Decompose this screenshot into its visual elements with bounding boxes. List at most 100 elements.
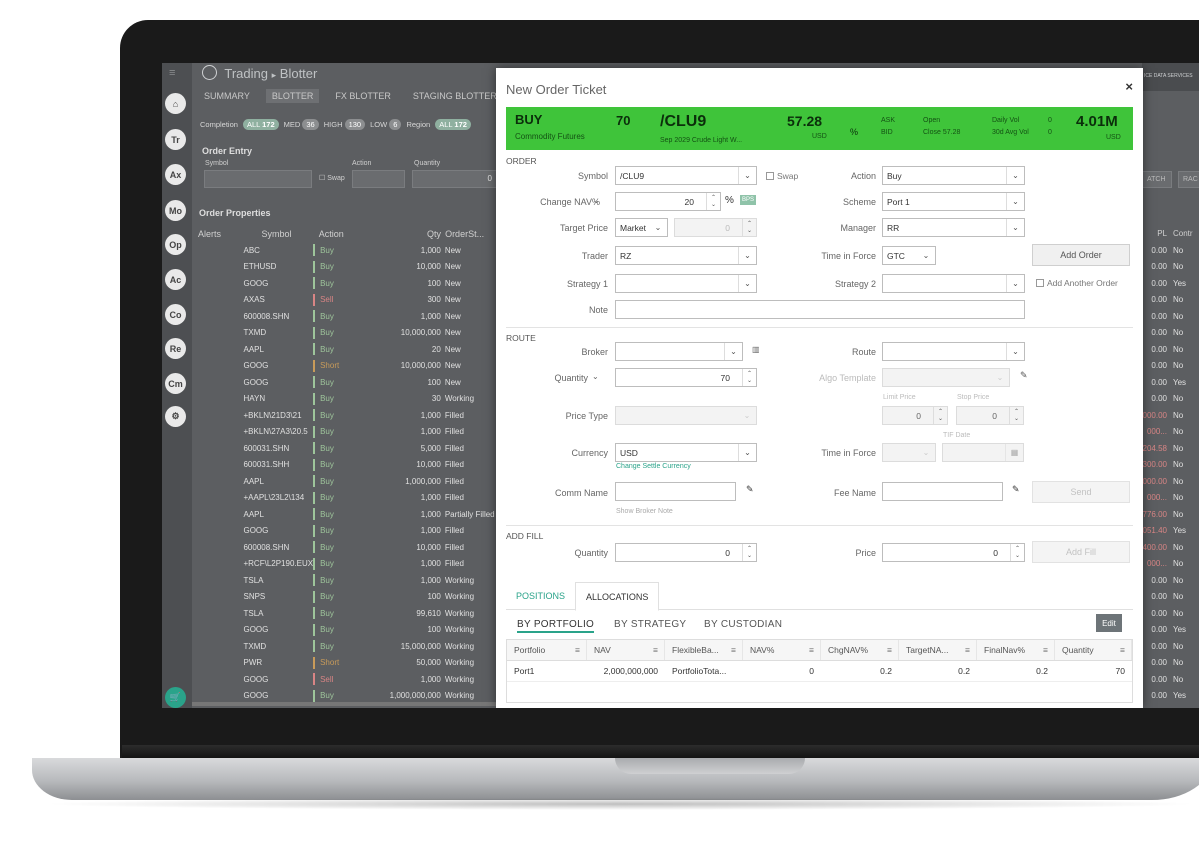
bps-toggle[interactable]: BPS (740, 195, 757, 205)
table-row[interactable]: 0.00 No (1142, 589, 1199, 606)
manager-select[interactable]: RR ⌄ (882, 218, 1025, 237)
table-row[interactable]: AAPL Buy 1,000,000 Filled (192, 473, 502, 490)
table-row[interactable]: 0.00 No (1142, 655, 1199, 672)
tif-date-input[interactable]: ▦ (942, 443, 1024, 462)
nav-op-button[interactable]: Op (165, 234, 186, 255)
table-row[interactable]: 0.00 No (1142, 308, 1199, 325)
table-row[interactable]: 600008.SHN Buy 10,000 Filled (192, 539, 502, 556)
target-price-input[interactable]: 0 ⌃ ⌄ (674, 218, 757, 237)
table-row[interactable]: ETHUSD Buy 10,000 New (192, 259, 502, 276)
table-row[interactable]: 000... No (1142, 490, 1199, 507)
table-row[interactable]: 600031.SHH Buy 10,000 Filled (192, 457, 502, 474)
stop-price-input[interactable]: 0 ⌃ ⌄ (956, 406, 1024, 425)
order-entry-symbol-input[interactable] (204, 170, 312, 188)
subtab-by-strategy[interactable]: BY STRATEGY (614, 619, 686, 630)
col-contr[interactable]: Contr (1170, 229, 1196, 238)
table-row[interactable]: 000... No (1142, 556, 1199, 573)
strategy1-select[interactable]: ⌄ (615, 274, 757, 293)
menu-icon[interactable]: ≡ (887, 645, 892, 655)
col-header[interactable]: NAV ≡ (587, 640, 665, 660)
col-header[interactable]: NAV% ≡ (743, 640, 821, 660)
nav-cm-button[interactable]: Cm (165, 373, 186, 394)
show-broker-note-link[interactable]: Show Broker Note (616, 508, 673, 515)
table-row[interactable]: GOOG Buy 100 Working (192, 622, 502, 639)
table-row[interactable]: 051.40 Yes (1142, 523, 1199, 540)
note-input[interactable] (615, 300, 1025, 319)
nav-tr-button[interactable]: Tr (165, 129, 186, 150)
table-row[interactable]: SNPS Buy 100 Working (192, 589, 502, 606)
route-tif-select[interactable]: ⌄ (882, 443, 936, 462)
table-row[interactable]: 400.00 No (1142, 539, 1199, 556)
chart-icon[interactable]: ▥ (752, 345, 760, 354)
table-row[interactable]: PWR Short 50,000 Working (192, 655, 502, 672)
pencil-icon[interactable]: ✎ (1020, 370, 1028, 381)
hamburger-icon[interactable]: ≡ (169, 67, 175, 79)
menu-icon[interactable]: ≡ (809, 645, 814, 655)
close-icon[interactable]: × (1125, 79, 1133, 94)
comm-name-input[interactable] (615, 482, 736, 501)
col-header[interactable]: TargetNA... ≡ (899, 640, 977, 660)
stepper-icon[interactable]: ⌃ ⌄ (742, 369, 756, 386)
add-fill-button[interactable]: Add Fill (1032, 541, 1130, 563)
table-row[interactable]: GOOG Buy 1,000 Filled (192, 523, 502, 540)
tab-allocations[interactable]: ALLOCATIONS (575, 582, 660, 611)
nav-re-button[interactable]: Re (165, 338, 186, 359)
table-row[interactable]: AAPL Buy 20 New (192, 341, 502, 358)
table-row[interactable]: 0.00 No (1142, 391, 1199, 408)
cart-icon[interactable]: 🛒 (165, 687, 186, 708)
col-order-status[interactable]: OrderSt... (445, 229, 502, 239)
table-row[interactable]: 0.00 No (1142, 341, 1199, 358)
rac-button[interactable]: RAC (1178, 171, 1199, 188)
table-row[interactable]: 0.00 No (1142, 605, 1199, 622)
time-in-force-select[interactable]: GTC ⌄ (882, 246, 936, 265)
table-row[interactable]: GOOG Short 10,000,000 New (192, 358, 502, 375)
subtab-by-custodian[interactable]: BY CUSTODIAN (704, 619, 782, 630)
currency-select[interactable]: USD ⌄ (615, 443, 757, 462)
broker-select[interactable]: ⌄ (615, 342, 743, 361)
menu-icon[interactable]: ≡ (575, 645, 580, 655)
table-row[interactable]: +BKLN\27A3\20.5 Buy 1,000 Filled (192, 424, 502, 441)
table-row[interactable]: 0.00 No (1142, 259, 1199, 276)
table-row[interactable]: 000.00 No (1142, 473, 1199, 490)
tab-staging-blotter[interactable]: STAGING BLOTTER (413, 91, 497, 101)
table-row[interactable]: 300.00 No (1142, 457, 1199, 474)
col-header[interactable]: Quantity ≡ (1055, 640, 1132, 660)
change-settle-currency-link[interactable]: Change Settle Currency (616, 463, 691, 470)
table-row[interactable]: GOOG Buy 100 New (192, 275, 502, 292)
table-row[interactable]: AXAS Sell 300 New (192, 292, 502, 309)
stepper-icon[interactable]: ⌃ ⌄ (1009, 407, 1023, 424)
table-row[interactable]: 0.00 No (1142, 292, 1199, 309)
stepper-icon[interactable]: ⌃ ⌄ (1010, 544, 1024, 561)
table-row[interactable]: 000.00 No (1142, 407, 1199, 424)
target-price-type-select[interactable]: Market ⌄ (615, 218, 668, 237)
stepper-icon[interactable]: ⌃ ⌄ (933, 407, 947, 424)
table-row[interactable]: +BKLN\21D3\21 Buy 1,000 Filled (192, 407, 502, 424)
table-row[interactable]: 0.00 No (1142, 325, 1199, 342)
strategy2-select[interactable]: ⌄ (882, 274, 1025, 293)
col-header[interactable]: FlexibleBa... ≡ (665, 640, 743, 660)
algo-template-select[interactable]: ⌄ (882, 368, 1010, 387)
route-select[interactable]: ⌄ (882, 342, 1025, 361)
menu-icon[interactable]: ≡ (1043, 645, 1048, 655)
change-nav-input[interactable]: 20 ⌃ ⌄ (615, 192, 721, 211)
horizontal-scrollbar[interactable] (192, 702, 502, 706)
table-row[interactable]: 0.00 No (1142, 572, 1199, 589)
menu-icon[interactable]: ≡ (731, 645, 736, 655)
order-entry-quantity-input[interactable]: 0 (412, 170, 497, 188)
table-row[interactable]: TXMD Buy 15,000,000 Working (192, 638, 502, 655)
filter-low[interactable]: LOW 6 (370, 119, 402, 130)
tab-blotter[interactable]: BLOTTER (265, 89, 320, 103)
col-symbol[interactable]: Symbol (244, 229, 314, 239)
filter-all[interactable]: ALL 172 (242, 119, 279, 130)
table-row[interactable]: TSLA Buy 1,000 Working (192, 572, 502, 589)
col-alerts[interactable]: Alerts (192, 229, 244, 239)
chevron-down-icon[interactable]: ⌄ (592, 372, 599, 381)
table-row[interactable]: 600031.SHN Buy 5,000 Filled (192, 440, 502, 457)
route-quantity-input[interactable]: 70 ⌃ ⌄ (615, 368, 757, 387)
col-header[interactable]: ChgNAV% ≡ (821, 640, 899, 660)
gear-icon[interactable]: ⚙ (165, 406, 186, 427)
stepper-icon[interactable]: ⌃ ⌄ (742, 219, 756, 236)
nav-ac-button[interactable]: Ac (165, 269, 186, 290)
menu-icon[interactable]: ≡ (1120, 645, 1125, 655)
fee-name-input[interactable] (882, 482, 1003, 501)
